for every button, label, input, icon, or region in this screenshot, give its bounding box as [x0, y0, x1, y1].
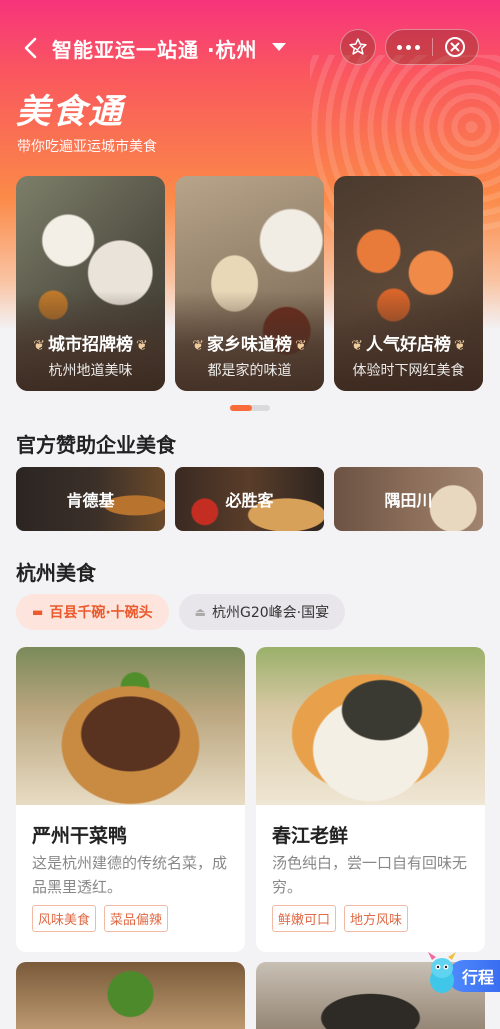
close-circle-icon: [445, 37, 466, 57]
brand-title: 美食通: [16, 92, 124, 132]
food-tags: 鲜嫩可口 地方风味: [272, 905, 409, 932]
close-button[interactable]: [433, 30, 479, 64]
food-tag: 鲜嫩可口: [272, 905, 337, 932]
chip-g20-banquet[interactable]: ⏏ 杭州G20峰会·国宴: [178, 594, 346, 630]
sponsor-pizzahut[interactable]: 必胜客: [175, 467, 324, 531]
sponsor-heading: 官方赞助企业美食: [16, 433, 176, 457]
back-arrow-icon[interactable]: [20, 36, 44, 60]
sponsor-list: 肯德基 必胜客 隅田川: [16, 467, 483, 531]
food-desc: 这是杭州建德的传统名菜，成品黑里透红。: [32, 854, 228, 896]
star-icon: [349, 38, 367, 55]
ranking-cards: ❦ 城市招牌榜 ❦ 杭州地道美味 ❦ 家乡味道榜 ❦ 都是家的味道 ❦ 人气好店榜 ❦ 体验…: [16, 176, 483, 391]
chip-label: 杭州G20峰会·国宴: [212, 605, 330, 621]
sponsor-kfc[interactable]: 肯德基: [16, 467, 165, 531]
food-tags: 风味美食 菜品偏辣: [32, 905, 169, 932]
carousel-indicator: [230, 405, 270, 411]
food-image: [256, 647, 485, 805]
caret-down-icon[interactable]: [272, 43, 286, 51]
food-tag: 菜品偏辣: [104, 905, 169, 932]
card-title: ❦ 城市招牌榜 ❦: [33, 335, 148, 355]
app-title[interactable]: 智能亚运一站通 ·杭州: [52, 34, 258, 63]
card-hometown-taste[interactable]: ❦ 家乡味道榜 ❦ 都是家的味道: [175, 176, 324, 391]
food-name: 春江老鲜: [272, 825, 349, 847]
card-title: ❦ 人气好店榜 ❦: [351, 335, 466, 355]
food-tag: 地方风味: [344, 905, 409, 932]
card-popular-stores[interactable]: ❦ 人气好店榜 ❦ 体验时下网红美食: [334, 176, 483, 391]
food-tag: 风味美食: [32, 905, 97, 932]
itinerary-float-button[interactable]: 行程: [420, 950, 500, 1000]
favorite-button[interactable]: [340, 29, 376, 65]
dish-cover-icon: ⏏: [194, 605, 207, 619]
category-chips: ▬ 百县千碗·十碗头 ⏏ 杭州G20峰会·国宴: [16, 594, 346, 630]
food-name: 严州干菜鸭: [32, 825, 128, 847]
food-image: [16, 647, 245, 805]
food-card-chunjiang-laoxian[interactable]: 春江老鲜 汤色纯白，尝一口自有回味无穷。 鲜嫩可口 地方风味: [256, 647, 485, 952]
card-subtitle: 都是家的味道: [207, 363, 292, 379]
food-card-next-left[interactable]: [16, 962, 245, 1029]
food-card-yanzhou-duck[interactable]: 严州干菜鸭 这是杭州建德的传统名菜，成品黑里透红。 风味美食 菜品偏辣: [16, 647, 245, 952]
sponsor-label: 隅田川: [384, 491, 433, 510]
sponsor-yutianchuan[interactable]: 隅田川: [334, 467, 483, 531]
more-button[interactable]: [386, 30, 432, 64]
bowl-icon: ▬: [32, 605, 44, 619]
card-subtitle: 体验时下网红美食: [352, 363, 465, 379]
sponsor-label: 肯德基: [66, 491, 115, 510]
chip-baixian-qianwan[interactable]: ▬ 百县千碗·十碗头: [16, 594, 169, 630]
food-desc: 汤色纯白，尝一口自有回味无穷。: [272, 854, 468, 896]
card-city-signature[interactable]: ❦ 城市招牌榜 ❦ 杭州地道美味: [16, 176, 165, 391]
mascot-icon: [428, 952, 456, 993]
card-title: ❦ 家乡味道榜 ❦: [192, 335, 307, 355]
miniapp-capsule: [385, 29, 479, 65]
hangzhou-heading: 杭州美食: [16, 561, 96, 585]
chip-label: 百县千碗·十碗头: [49, 605, 153, 621]
top-bar: 智能亚运一站通 ·杭州: [0, 28, 500, 68]
card-subtitle: 杭州地道美味: [48, 363, 133, 379]
brand-subtitle: 带你吃遍亚运城市美食: [17, 139, 157, 155]
sponsor-label: 必胜客: [225, 491, 274, 510]
